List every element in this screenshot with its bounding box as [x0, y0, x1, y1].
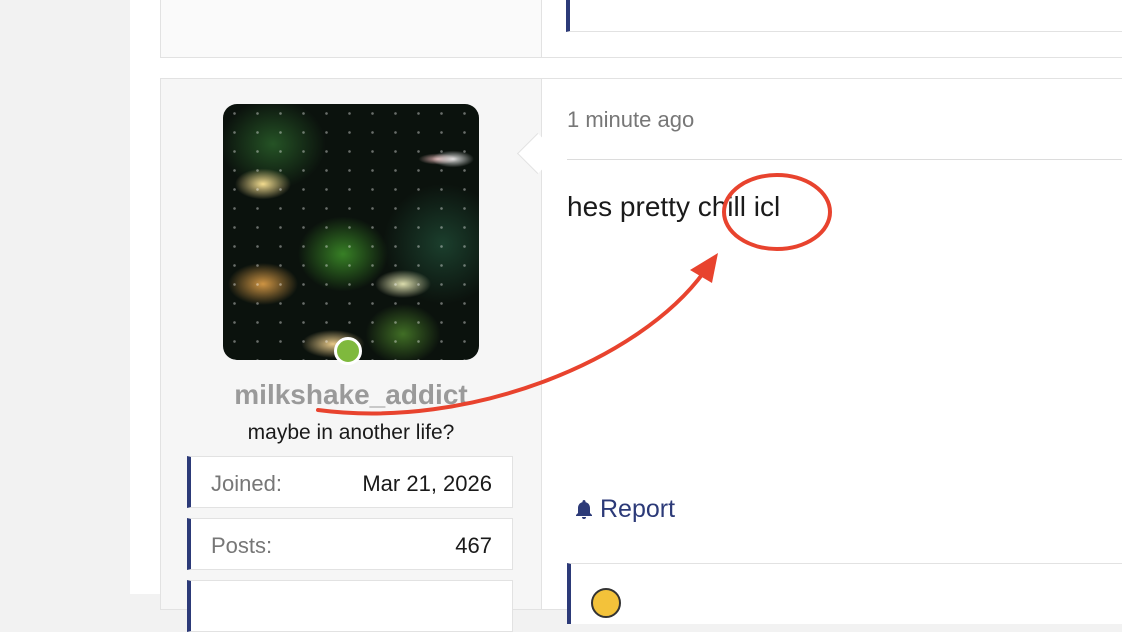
stat-row: [187, 580, 513, 632]
stat-joined: Joined: Mar 21, 2026: [187, 456, 513, 508]
user-tagline: maybe in another life?: [247, 421, 455, 444]
online-status-icon: [334, 337, 362, 365]
forum-post: milkshake_addict maybe in another life? …: [160, 78, 1122, 632]
username-link[interactable]: milkshake_addict: [161, 379, 541, 411]
stat-value: 467: [455, 533, 492, 558]
post-timestamp[interactable]: 1 minute ago: [567, 107, 694, 133]
stat-label: Joined:: [211, 471, 282, 496]
post-content: 1 minute ago hes pretty chill icl Report: [542, 79, 1122, 624]
avatar-texture: [223, 104, 479, 360]
post-author-sidebar: milkshake_addict maybe in another life? …: [161, 79, 542, 632]
stat-posts: Posts: 467: [187, 518, 513, 570]
stat-value: Mar 21, 2026: [362, 471, 492, 496]
previous-post: [160, 0, 1122, 58]
post-body-text: hes pretty chill icl: [567, 191, 781, 222]
bell-icon: [576, 499, 592, 519]
report-button[interactable]: Report: [572, 495, 675, 524]
stat-label: Posts:: [211, 533, 273, 558]
emoji-reaction-icon[interactable]: [591, 588, 621, 618]
report-label: Report: [600, 495, 676, 523]
divider: [541, 0, 542, 57]
avatar[interactable]: [223, 104, 479, 360]
previous-post-reaction-box: [566, 0, 1122, 32]
divider: [567, 159, 1122, 160]
